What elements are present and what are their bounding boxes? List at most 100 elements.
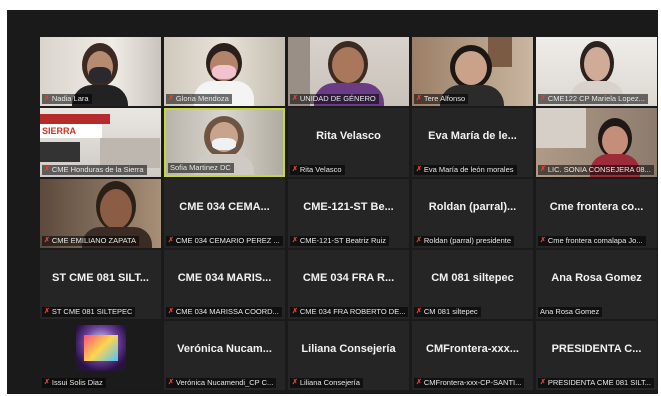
participant-name-label: ✗ CME 034 FRA ROBERTO DE... xyxy=(290,307,409,317)
participant-tile[interactable]: ✗ Gloria Mendoza xyxy=(164,37,285,106)
participant-name: Eva María de león morales xyxy=(423,165,514,174)
participant-name: CME Honduras de la Sierra xyxy=(51,165,144,174)
participant-name-label: ✗ Verónica Nucamendi_CP C... xyxy=(166,378,277,388)
participant-name-label: ✗ CMFrontera-xxx-CP-SANTI... xyxy=(414,378,525,388)
participant-tile[interactable]: ✗ UNIDAD DE GÉNERO xyxy=(288,37,409,106)
participant-display-name: ST CME 081 SILT... xyxy=(52,272,149,284)
muted-mic-icon: ✗ xyxy=(168,308,174,315)
participant-display-name: PRESIDENTA C... xyxy=(551,343,642,355)
muted-mic-icon: ✗ xyxy=(44,166,50,173)
participant-name-label: ✗ Nadia Lara xyxy=(42,94,92,104)
muted-mic-icon: ✗ xyxy=(292,166,298,173)
participant-tile[interactable]: ✗ Tere Alfonso xyxy=(412,37,533,106)
participant-name: UNIDAD DE GÉNERO xyxy=(299,94,376,103)
participant-tile[interactable]: ✗ LIC. SONIA CONSEJERA 08... xyxy=(536,108,657,177)
participant-tile[interactable]: ✗ CME EMILIANO ZAPATA xyxy=(40,179,161,248)
participant-name: CM 081 siltepec xyxy=(423,307,478,316)
muted-mic-icon: ✗ xyxy=(540,379,546,386)
muted-mic-icon: ✗ xyxy=(540,95,546,102)
participant-name-label: ✗ CME 034 CEMARIO PEREZ ... xyxy=(166,236,283,246)
participant-tile[interactable]: ✗ Issui Solis Diaz xyxy=(40,321,161,390)
muted-mic-icon: ✗ xyxy=(540,237,546,244)
participant-name-label: ✗ CME EMILIANO ZAPATA xyxy=(42,236,140,246)
muted-mic-icon: ✗ xyxy=(168,95,174,102)
meeting-window: ✗ Nadia Lara ✗ Gloria Mendoza ✗ UNIDAD DE GÉN… xyxy=(7,10,658,394)
participant-name: Issui Solis Diaz xyxy=(51,378,103,387)
participant-display-name: CM 081 siltepec xyxy=(431,272,514,284)
participant-name-label: ✗ PRESIDENTA CME 081 SILT... xyxy=(538,378,654,388)
participant-name: Gloria Mendoza xyxy=(175,94,229,103)
participant-name: Tere Alfonso xyxy=(423,94,466,103)
muted-mic-icon: ✗ xyxy=(292,379,298,386)
muted-mic-icon: ✗ xyxy=(44,379,50,386)
participant-name-label: ✗ Liliana Consejería xyxy=(290,378,363,388)
gallery-grid: ✗ Nadia Lara ✗ Gloria Mendoza ✗ UNIDAD DE GÉN… xyxy=(40,37,657,390)
participant-tile[interactable]: Liliana Consejería ✗ Liliana Consejería xyxy=(288,321,409,390)
participant-tile[interactable]: Ana Rosa Gomez Ana Rosa Gomez xyxy=(536,250,657,319)
participant-tile[interactable]: Rita Velasco ✗ Rita Velasco xyxy=(288,108,409,177)
muted-mic-icon: ✗ xyxy=(292,95,298,102)
participant-tile[interactable]: CME-121-ST Be... ✗ CME-121-ST Beatriz Ruiz xyxy=(288,179,409,248)
muted-mic-icon: ✗ xyxy=(168,379,174,386)
participant-tile[interactable]: Sofia Martinez DC xyxy=(164,108,285,177)
participant-name: CME-121-ST Beatriz Ruiz xyxy=(299,236,387,245)
participant-name: Sofia Martinez DC xyxy=(170,163,231,172)
participant-name-label: ✗ Cme frontera comalapa Jo... xyxy=(538,236,646,246)
participant-name: CME EMILIANO ZAPATA xyxy=(51,236,137,245)
participant-name: Rita Velasco xyxy=(299,165,342,174)
participant-name: LIC. SONIA CONSEJERA 08... xyxy=(547,165,651,174)
participant-name-label: ✗ CME 034 MARISSA COORD... xyxy=(166,307,282,317)
participant-tile[interactable]: CMFrontera-xxx... ✗ CMFrontera-xxx-CP-SANT… xyxy=(412,321,533,390)
participant-name-label: ✗ Roldan (parral) presidente xyxy=(414,236,515,246)
muted-mic-icon: ✗ xyxy=(292,237,298,244)
muted-mic-icon: ✗ xyxy=(416,237,422,244)
participant-name: Roldan (parral) presidente xyxy=(423,236,512,245)
participant-tile[interactable]: PRESIDENTA C... ✗ PRESIDENTA CME 081 SILT.… xyxy=(536,321,657,390)
participant-name: CME 034 CEMARIO PEREZ ... xyxy=(175,236,280,245)
participant-tile[interactable]: Cme frontera co... ✗ Cme frontera comalapa… xyxy=(536,179,657,248)
participant-display-name: CME 034 MARIS... xyxy=(177,272,272,284)
participant-tile[interactable]: Roldan (parral)... ✗ Roldan (parral) presi… xyxy=(412,179,533,248)
participant-tile[interactable]: SIERRA ✗ CME Honduras de la Sierra xyxy=(40,108,161,177)
participant-name-label: ✗ Tere Alfonso xyxy=(414,94,469,104)
participant-display-name: Rita Velasco xyxy=(316,130,381,142)
participant-display-name: CME-121-ST Be... xyxy=(303,201,394,213)
participant-display-name: Verónica Nucam... xyxy=(177,343,272,355)
participant-tile[interactable]: CME 034 MARIS... ✗ CME 034 MARISSA COORD..… xyxy=(164,250,285,319)
participant-name: Nadia Lara xyxy=(51,94,89,103)
participant-tile[interactable]: ST CME 081 SILT... ✗ ST CME 081 SILTEPEC xyxy=(40,250,161,319)
participant-tile[interactable]: CME 034 CEMA... ✗ CME 034 CEMARIO PEREZ ..… xyxy=(164,179,285,248)
participant-name-label: Ana Rosa Gomez xyxy=(538,307,603,317)
participant-tile[interactable]: Eva María de le... ✗ Eva María de león mor… xyxy=(412,108,533,177)
muted-mic-icon: ✗ xyxy=(416,379,422,386)
participant-name-label: ✗ UNIDAD DE GÉNERO xyxy=(290,94,379,104)
participant-name-label: ✗ CME122 CP Mariela Lopez... xyxy=(538,94,648,104)
participant-tile[interactable]: Verónica Nucam... ✗ Verónica Nucamendi_CP … xyxy=(164,321,285,390)
muted-mic-icon: ✗ xyxy=(44,95,50,102)
participant-display-name: CME 034 CEMA... xyxy=(179,201,270,213)
participant-name-label: ✗ Rita Velasco xyxy=(290,165,345,175)
participant-name-label: ✗ CM 081 siltepec xyxy=(414,307,481,317)
participant-name-label: ✗ LIC. SONIA CONSEJERA 08... xyxy=(538,165,654,175)
muted-mic-icon: ✗ xyxy=(168,237,174,244)
participant-tile[interactable]: CM 081 siltepec ✗ CM 081 siltepec xyxy=(412,250,533,319)
participant-name-label: ✗ Eva María de león morales xyxy=(414,165,517,175)
participant-name: Cme frontera comalapa Jo... xyxy=(547,236,643,245)
participant-display-name: Roldan (parral)... xyxy=(428,201,517,213)
participant-tile[interactable]: ✗ CME122 CP Mariela Lopez... xyxy=(536,37,657,106)
participant-name: Ana Rosa Gomez xyxy=(540,307,600,316)
participant-name: CME122 CP Mariela Lopez... xyxy=(547,94,645,103)
participant-name: Liliana Consejería xyxy=(299,378,360,387)
muted-mic-icon: ✗ xyxy=(416,95,422,102)
participant-name: CME 034 MARISSA COORD... xyxy=(175,307,279,316)
muted-mic-icon: ✗ xyxy=(44,308,50,315)
muted-mic-icon: ✗ xyxy=(416,308,422,315)
participant-name: ST CME 081 SILTEPEC xyxy=(51,307,133,316)
participant-name-label: ✗ Gloria Mendoza xyxy=(166,94,232,104)
participant-tile[interactable]: CME 034 FRA R... ✗ CME 034 FRA ROBERTO DE.… xyxy=(288,250,409,319)
participant-display-name: Liliana Consejería xyxy=(301,343,396,355)
participant-display-name: Cme frontera co... xyxy=(549,201,644,213)
participant-name-label: ✗ Issui Solis Diaz xyxy=(42,378,106,388)
participant-tile[interactable]: ✗ Nadia Lara xyxy=(40,37,161,106)
muted-mic-icon: ✗ xyxy=(416,166,422,173)
